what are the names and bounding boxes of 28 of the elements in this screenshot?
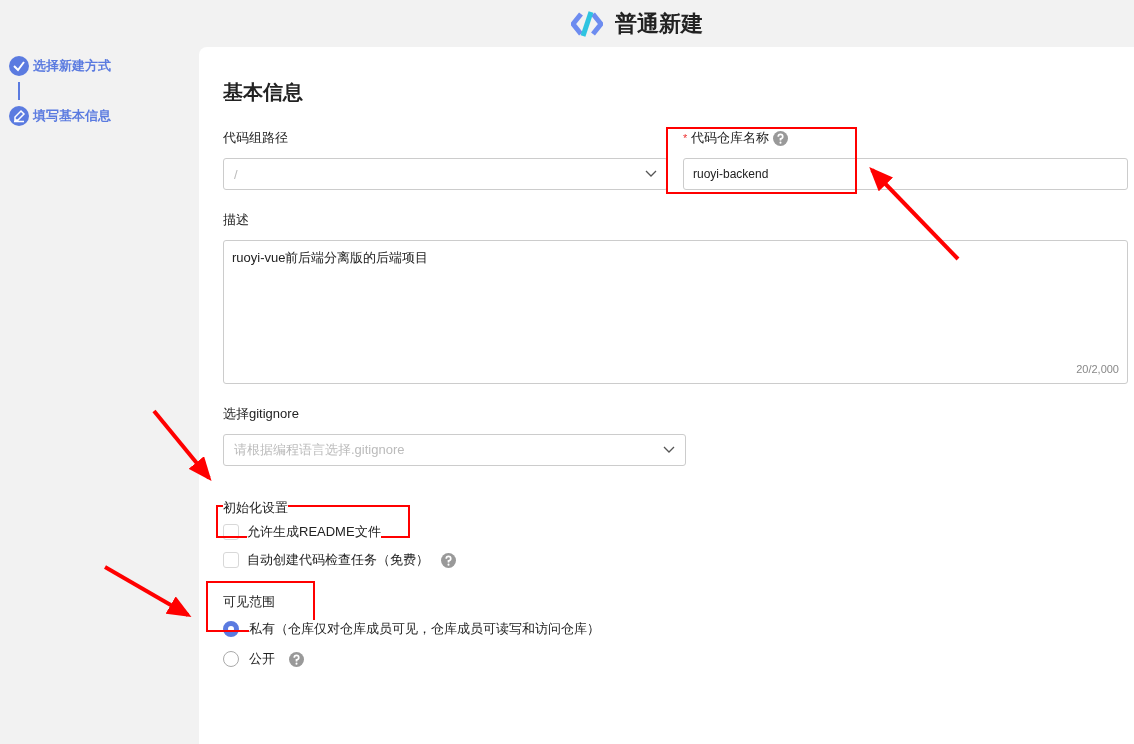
pencil-icon [9, 106, 29, 126]
logo-icon [571, 9, 603, 38]
help-icon [289, 651, 304, 667]
repo-name-input[interactable]: ruoyi-backend [683, 158, 1128, 190]
field-label: 描述 [223, 211, 249, 229]
page-title: 普通新建 [615, 9, 703, 38]
help-icon [441, 552, 456, 568]
checkbox-label: 允许生成README文件 [247, 523, 381, 541]
chevron-down-icon [645, 170, 657, 178]
gitignore-select[interactable]: 请根据编程语言选择.gitignore [223, 434, 686, 466]
radio-button[interactable] [223, 621, 239, 637]
check-icon [9, 56, 29, 76]
checkbox[interactable] [223, 552, 239, 568]
field-label: 选择gitignore [223, 405, 299, 423]
checkbox[interactable] [223, 524, 239, 540]
field-label: 代码仓库名称 [691, 129, 770, 147]
field-label: 可见范围 [223, 593, 275, 611]
step-label[interactable]: 填写基本信息 [33, 107, 111, 125]
field-label: 代码组路径 [223, 129, 288, 147]
field-label: 初始化设置 [223, 499, 288, 517]
chevron-down-icon [663, 446, 675, 454]
step-label[interactable]: 选择新建方式 [33, 57, 111, 75]
description-textarea[interactable]: ruoyi-vue前后端分离版的后端项目 20/2,000 [223, 240, 1128, 384]
required-mark: * [683, 132, 688, 144]
help-icon [773, 130, 789, 146]
path-select[interactable]: / [223, 158, 668, 190]
section-title: 基本信息 [223, 80, 304, 105]
radio-label: 公开 [249, 650, 275, 668]
